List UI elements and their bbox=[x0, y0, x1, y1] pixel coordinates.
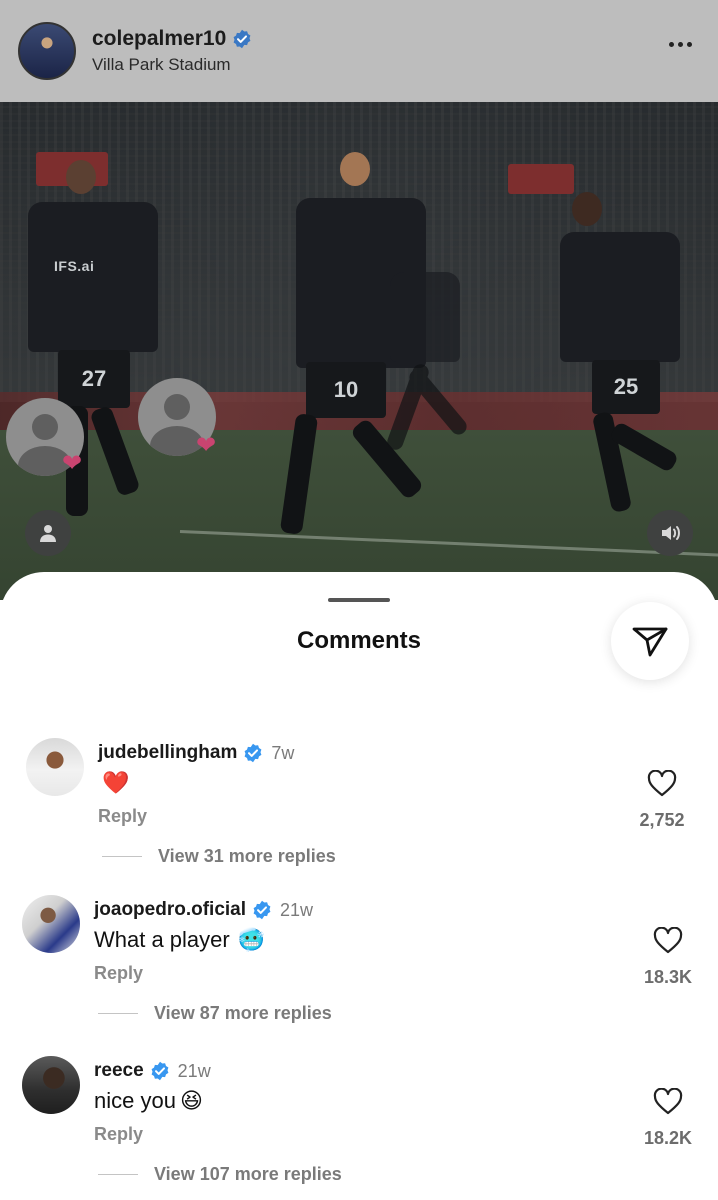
comment-item: judebellingham 7w ❤️ Reply View 31 more … bbox=[0, 736, 718, 886]
comment-username[interactable]: reece bbox=[94, 1060, 144, 1082]
heart-icon: ❤ bbox=[62, 450, 83, 477]
comment-body: nice you bbox=[94, 1088, 176, 1113]
verified-badge-icon bbox=[233, 29, 251, 49]
heart-icon: ❤ bbox=[196, 432, 217, 459]
reply-button[interactable]: Reply bbox=[94, 1124, 143, 1145]
verified-badge-icon bbox=[253, 900, 271, 920]
comment-username[interactable]: joaopedro.oficial bbox=[94, 899, 246, 921]
player-background bbox=[380, 262, 490, 472]
like-control[interactable]: 18.2K bbox=[628, 1088, 708, 1149]
sheet-grabber[interactable] bbox=[328, 598, 390, 602]
comment-header: reece 21w bbox=[94, 1060, 211, 1082]
like-control[interactable]: 2,752 bbox=[622, 770, 702, 831]
view-replies[interactable]: View 31 more replies bbox=[102, 846, 336, 867]
comment-header: judebellingham 7w bbox=[98, 742, 294, 764]
player-right: 25 bbox=[548, 192, 708, 522]
comment-text: What a player 🥶 bbox=[94, 927, 265, 953]
replies-divider bbox=[102, 856, 142, 857]
reply-button[interactable]: Reply bbox=[98, 806, 147, 827]
comment-time: 7w bbox=[271, 742, 295, 763]
send-icon bbox=[632, 627, 668, 657]
ad-sign-right bbox=[508, 164, 574, 194]
verified-badge-icon bbox=[151, 1061, 169, 1081]
person-icon[interactable] bbox=[25, 510, 71, 556]
comment-text: nice you 😆 bbox=[94, 1088, 203, 1114]
comment-text: ❤️ bbox=[98, 770, 129, 796]
comment-item: joaopedro.oficial 21w What a player 🥶 Re… bbox=[0, 893, 718, 1043]
post-author-avatar[interactable] bbox=[18, 22, 76, 80]
post-username[interactable]: colepalmer10 bbox=[92, 27, 226, 51]
comment-username[interactable]: judebellingham bbox=[98, 742, 237, 764]
replies-divider bbox=[98, 1013, 138, 1014]
speaker-icon[interactable] bbox=[647, 510, 693, 556]
like-count: 18.2K bbox=[643, 1128, 693, 1148]
heart-outline-icon[interactable] bbox=[647, 770, 677, 798]
reply-button[interactable]: Reply bbox=[94, 963, 143, 984]
like-count: 18.3K bbox=[643, 967, 693, 987]
red-heart-emoji: ❤️ bbox=[102, 770, 130, 795]
view-replies-label: View 31 more replies bbox=[158, 846, 336, 866]
send-button[interactable] bbox=[611, 602, 689, 680]
post-meta: colepalmer10 Villa Park Stadium bbox=[92, 27, 252, 75]
jersey-number: 27 bbox=[58, 350, 130, 408]
view-replies-label: View 87 more replies bbox=[154, 1003, 332, 1023]
jersey-number: 25 bbox=[592, 360, 660, 414]
like-control[interactable]: 18.3K bbox=[628, 927, 708, 988]
comment-header: joaopedro.oficial 21w bbox=[94, 899, 313, 921]
more-options-icon[interactable] bbox=[669, 42, 692, 47]
view-replies[interactable]: View 87 more replies bbox=[98, 1003, 332, 1024]
post-username-row: colepalmer10 bbox=[92, 27, 252, 51]
laughing-emoji: 😆 bbox=[179, 1088, 203, 1113]
comments-sheet: Comments judebellingham 7w ❤️ Reply View… bbox=[0, 572, 718, 1200]
verified-badge-icon bbox=[244, 743, 262, 763]
post-location[interactable]: Villa Park Stadium bbox=[92, 55, 252, 75]
view-replies[interactable]: View 107 more replies bbox=[98, 1164, 342, 1185]
commenter-avatar[interactable] bbox=[26, 738, 84, 796]
post-video[interactable]: IFS.ai 27 10 25 ❤ ❤ bbox=[0, 102, 718, 600]
jersey-number: 10 bbox=[306, 362, 386, 418]
commenter-avatar[interactable] bbox=[22, 895, 80, 953]
player-left: IFS.ai 27 bbox=[18, 160, 168, 550]
commenter-avatar[interactable] bbox=[22, 1056, 80, 1114]
comment-time: 21w bbox=[177, 1060, 211, 1081]
cold-face-emoji: 🥶 bbox=[237, 927, 266, 952]
comment-time: 21w bbox=[280, 899, 314, 920]
heart-outline-icon[interactable] bbox=[653, 927, 683, 955]
sponsor-text: IFS.ai bbox=[54, 258, 95, 274]
replies-divider bbox=[98, 1174, 138, 1175]
heart-outline-icon[interactable] bbox=[653, 1088, 683, 1116]
like-count: 2,752 bbox=[639, 810, 685, 830]
post-header: colepalmer10 Villa Park Stadium bbox=[0, 0, 718, 102]
view-replies-label: View 107 more replies bbox=[154, 1164, 342, 1184]
comment-body: What a player bbox=[94, 927, 230, 952]
comment-item: reece 21w nice you 😆 Reply View 107 more… bbox=[0, 1054, 718, 1200]
